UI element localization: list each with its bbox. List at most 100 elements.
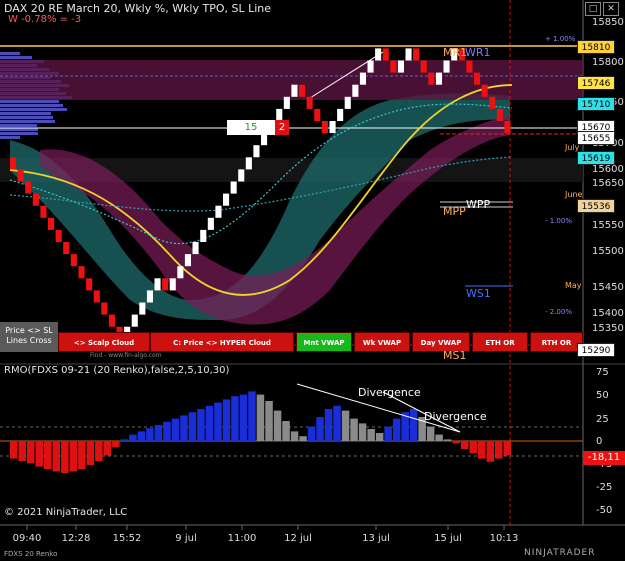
rmo-bar xyxy=(120,439,129,441)
renko-brick xyxy=(405,48,412,61)
mpp-label: MPP xyxy=(443,205,466,218)
renko-brick xyxy=(314,108,321,121)
rmo-bar xyxy=(316,417,324,441)
rmo-value-tag: -18,11 xyxy=(583,451,625,465)
renko-brick xyxy=(40,205,47,218)
rmo-tick: 75 xyxy=(596,367,609,378)
price-tick: 15400 xyxy=(592,308,624,319)
renko-brick xyxy=(428,72,435,85)
renko-brick xyxy=(169,278,176,291)
may-label: May xyxy=(565,281,582,290)
rmo-bar xyxy=(248,391,256,441)
rmo-bar xyxy=(103,441,112,456)
rmo-bar xyxy=(392,418,401,441)
rmo-bar xyxy=(265,401,273,441)
rmo-bar xyxy=(324,409,333,441)
renko-direction-box: 2 xyxy=(275,120,289,135)
renko-brick xyxy=(321,121,328,134)
renko-brick xyxy=(283,96,290,109)
rmo-bar xyxy=(469,441,477,453)
rmo-bar xyxy=(460,441,469,449)
rmo-bar xyxy=(307,426,316,441)
volume-profile-bar xyxy=(0,100,59,103)
eth-or-button[interactable]: ETH OR xyxy=(472,332,528,352)
ms1-label: MS1 xyxy=(443,349,467,362)
renko-brick xyxy=(86,278,93,291)
june-label: June xyxy=(565,190,583,199)
price-tick: 15650 xyxy=(592,178,624,189)
price-tag-ms1: 15290 xyxy=(577,343,615,357)
renko-brick xyxy=(215,205,222,218)
chart-window: DAX 20 RE March 20, Wkly %, Wkly TPO, SL… xyxy=(0,0,625,561)
weekly-vwap-button[interactable]: Wk VWAP xyxy=(354,332,410,352)
renko-brick xyxy=(93,290,100,303)
renko-brick xyxy=(162,278,169,291)
scalp-cloud-button[interactable]: <> Scalp Cloud xyxy=(58,332,150,352)
time-label: 10:13 xyxy=(489,533,519,544)
rmo-bar xyxy=(18,441,26,461)
renko-brick xyxy=(352,84,359,97)
renko-brick xyxy=(70,254,77,267)
close-button[interactable]: ✕ xyxy=(603,2,619,16)
credit-text: Find - www.fin-algo.com xyxy=(90,352,162,359)
ws1-label: WS1 xyxy=(466,287,491,300)
mr1-label: MR1 xyxy=(443,46,468,59)
pct-plus1-label: + 1.00% xyxy=(545,35,576,43)
rmo-bar xyxy=(69,441,78,472)
rmo-tick: -50 xyxy=(596,505,613,516)
rmo-bar xyxy=(10,441,18,459)
rmo-bar xyxy=(154,425,163,441)
price-tag-sl: 15746 xyxy=(577,76,615,90)
chart-canvas[interactable] xyxy=(0,0,625,561)
renko-brick xyxy=(154,278,161,291)
time-label: 15:52 xyxy=(112,533,142,544)
volume-profile-bar xyxy=(0,120,55,123)
rmo-bar xyxy=(78,441,86,469)
renko-brick xyxy=(481,84,488,97)
rmo-bar xyxy=(44,441,52,469)
time-axis-ticks xyxy=(26,525,505,530)
renko-brick xyxy=(382,48,389,61)
price-tick: 15550 xyxy=(592,220,624,231)
renko-brick xyxy=(337,108,344,121)
rmo-bar xyxy=(35,441,43,467)
rmo-bar xyxy=(256,394,265,441)
renko-brick xyxy=(245,157,252,170)
rmo-bar xyxy=(452,441,460,444)
rmo-bar xyxy=(299,436,307,441)
rmo-bar xyxy=(409,409,418,441)
maximize-button[interactable]: □ xyxy=(585,2,601,16)
price-tag-last: 15655 xyxy=(577,131,615,145)
rmo-bar xyxy=(197,409,205,441)
price-tick: 15450 xyxy=(592,282,624,293)
time-label: 12 jul xyxy=(284,533,312,544)
renko-brick xyxy=(504,121,511,134)
volume-profile-bar xyxy=(0,108,67,111)
rmo-bar xyxy=(129,434,137,441)
pct-minus1-label: - 1.00% xyxy=(545,217,572,225)
renko-brick xyxy=(329,121,336,134)
time-label: 13 jul xyxy=(362,533,390,544)
renko-brick xyxy=(207,217,214,230)
rmo-bar xyxy=(222,399,231,441)
renko-brick xyxy=(496,108,503,121)
renko-brick xyxy=(200,229,207,242)
renko-brick xyxy=(489,96,496,109)
price-sl-cross-box[interactable]: Price <> SL Lines Cross xyxy=(0,322,58,352)
renko-brick xyxy=(101,302,108,315)
time-label: 09:40 xyxy=(12,533,42,544)
hyper-cloud-button[interactable]: C: Price <> HYPER Cloud xyxy=(150,332,294,352)
renko-brick xyxy=(131,314,138,327)
rmo-bar xyxy=(180,415,188,441)
rth-or-button[interactable]: RTH OR xyxy=(530,332,583,352)
rmo-bar xyxy=(214,402,222,441)
rmo-bar xyxy=(358,423,367,441)
rmo-bar xyxy=(478,441,486,459)
time-label: 15 jul xyxy=(434,533,462,544)
rmo-tick: 25 xyxy=(596,414,609,425)
renko-brick xyxy=(397,60,404,73)
monthly-vwap-button[interactable]: Mnt VWAP xyxy=(296,332,352,352)
rmo-bar xyxy=(290,431,299,441)
renko-brick xyxy=(420,60,427,73)
volume-profile-bar xyxy=(0,136,20,139)
